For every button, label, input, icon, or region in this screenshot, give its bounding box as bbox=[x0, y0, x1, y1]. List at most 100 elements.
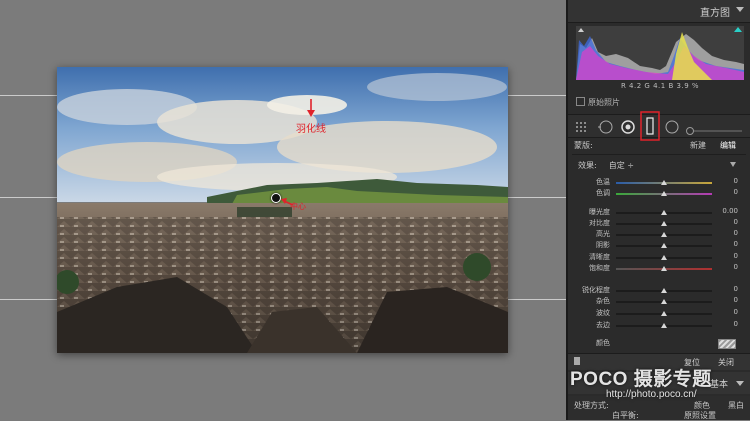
develop-panel: 直方图 R 4.2 G 4.1 B 3.9 % 原始照片 蒙版: 新建 编辑 效… bbox=[566, 0, 750, 420]
reset-button[interactable]: 复位 bbox=[684, 357, 700, 368]
slider-thumb[interactable] bbox=[661, 243, 667, 248]
slider-value: 0 bbox=[733, 188, 738, 196]
slider-value: 0 bbox=[733, 218, 738, 226]
radial-filter-icon[interactable] bbox=[664, 119, 680, 138]
white-balance-select[interactable]: 原照设置 bbox=[684, 410, 716, 421]
r-value: 4.2 bbox=[629, 82, 642, 90]
slider-row[interactable]: 对比度 0 bbox=[568, 218, 750, 229]
local-tools-toolbar bbox=[568, 111, 750, 141]
slider-track[interactable] bbox=[616, 210, 712, 215]
slider-track[interactable] bbox=[616, 323, 712, 328]
slider-value: 0 bbox=[733, 177, 738, 185]
close-button[interactable]: 关闭 bbox=[718, 357, 734, 368]
slider-row[interactable]: 去边 0 bbox=[568, 320, 750, 331]
slider-track[interactable] bbox=[616, 255, 712, 260]
slider-value: 0 bbox=[733, 252, 738, 260]
effect-label: 效果: bbox=[578, 161, 597, 170]
original-photo-label: 原始照片 bbox=[588, 98, 620, 107]
slider-row[interactable]: 锐化程度 0 bbox=[568, 285, 750, 296]
mask-edit-button[interactable]: 编辑 bbox=[720, 140, 736, 151]
slider-value: 0 bbox=[733, 308, 738, 316]
slider-row[interactable]: 杂色 0 bbox=[568, 296, 750, 307]
slider-thumb[interactable] bbox=[661, 255, 667, 260]
slider-value: 0 bbox=[733, 320, 738, 328]
effect-collapse-icon[interactable] bbox=[730, 162, 736, 167]
switch-icon[interactable] bbox=[574, 357, 580, 365]
slider-track[interactable] bbox=[616, 191, 712, 196]
white-balance-label: 白平衡: bbox=[612, 411, 639, 420]
unit-label: % bbox=[691, 82, 700, 90]
crop-overlay-icon[interactable] bbox=[574, 119, 588, 138]
slider-thumb[interactable] bbox=[661, 180, 667, 185]
image-canvas[interactable]: 羽化线 中心 bbox=[0, 0, 566, 420]
slider-track[interactable] bbox=[616, 288, 712, 293]
r-label: R bbox=[620, 82, 627, 90]
slider-value: 0 bbox=[733, 296, 738, 304]
slider-label: 饱和度 bbox=[589, 264, 610, 272]
slider-row[interactable]: 色温 0 bbox=[568, 177, 750, 188]
gradient-center-pin[interactable] bbox=[271, 193, 281, 203]
b-value: 3.9 bbox=[676, 82, 690, 90]
slider-track[interactable] bbox=[616, 266, 712, 271]
mask-label: 蒙版: bbox=[574, 141, 593, 150]
slider-thumb[interactable] bbox=[661, 323, 667, 328]
g-label: G bbox=[644, 82, 651, 90]
slider-thumb[interactable] bbox=[661, 288, 667, 293]
slider-track[interactable] bbox=[616, 180, 712, 185]
original-photo-toggle[interactable]: 原始照片 bbox=[576, 97, 620, 108]
slider-row[interactable]: 曝光度 0.00 bbox=[568, 207, 750, 218]
slider-value: 0 bbox=[733, 263, 738, 271]
slider-row[interactable]: 阴影 0 bbox=[568, 240, 750, 251]
treatment-label: 处理方式: bbox=[574, 401, 609, 410]
slider-track[interactable] bbox=[616, 243, 712, 248]
feather-line-annotation: 羽化线 bbox=[296, 124, 326, 135]
slider-row[interactable]: 波纹 0 bbox=[568, 308, 750, 319]
slider-label: 高光 bbox=[596, 230, 610, 238]
slider-row[interactable]: 色调 0 bbox=[568, 188, 750, 199]
collapse-icon[interactable] bbox=[736, 7, 744, 12]
color-label: 颜色 bbox=[596, 339, 610, 347]
effect-row[interactable]: 效果: 自定 ÷ bbox=[578, 160, 634, 171]
slider-thumb[interactable] bbox=[661, 191, 667, 196]
slider-label: 色温 bbox=[596, 178, 610, 186]
slider-thumb[interactable] bbox=[661, 210, 667, 215]
spot-removal-icon[interactable] bbox=[598, 119, 614, 138]
basic-collapse-icon[interactable] bbox=[736, 381, 744, 386]
histogram-header[interactable]: 直方图 bbox=[568, 0, 750, 23]
slider-label: 波纹 bbox=[596, 309, 610, 317]
slider-thumb[interactable] bbox=[661, 232, 667, 237]
slider-thumb[interactable] bbox=[661, 266, 667, 271]
slider-label: 去边 bbox=[596, 321, 610, 329]
slider-label: 锐化程度 bbox=[582, 286, 610, 294]
slider-thumb[interactable] bbox=[661, 221, 667, 226]
slider-row[interactable]: 高光 0 bbox=[568, 229, 750, 240]
treatment-bw-button[interactable]: 黑白 bbox=[728, 400, 744, 411]
checkbox-icon[interactable] bbox=[576, 97, 585, 106]
effect-preset-select[interactable]: 自定 ÷ bbox=[609, 161, 634, 170]
slider-track[interactable] bbox=[616, 311, 712, 316]
rgb-readout: R 4.2 G 4.1 B 3.9 % bbox=[576, 82, 744, 90]
g-value: 4.1 bbox=[653, 82, 666, 90]
red-eye-icon[interactable] bbox=[620, 119, 636, 138]
treatment-row: 处理方式: 颜色 黑白 白平衡: 原照设置 bbox=[568, 396, 750, 420]
slider-track[interactable] bbox=[616, 299, 712, 304]
slider-label: 色调 bbox=[596, 189, 610, 197]
slider-row[interactable]: 饱和度 0 bbox=[568, 263, 750, 274]
slider-track[interactable] bbox=[616, 221, 712, 226]
feather-arrow-icon bbox=[306, 99, 316, 120]
slider-label: 对比度 bbox=[589, 219, 610, 227]
panel-footer: 复位 关闭 bbox=[568, 353, 750, 370]
slider-thumb[interactable] bbox=[661, 311, 667, 316]
basic-panel-header[interactable]: 基本 bbox=[568, 372, 750, 394]
slider-label: 清晰度 bbox=[589, 253, 610, 261]
color-swatch[interactable] bbox=[718, 339, 736, 349]
b-label: B bbox=[668, 82, 674, 90]
slider-row[interactable]: 清晰度 0 bbox=[568, 252, 750, 263]
divider bbox=[572, 154, 746, 155]
mask-new-button[interactable]: 新建 bbox=[690, 140, 706, 151]
slider-track[interactable] bbox=[616, 232, 712, 237]
histogram bbox=[576, 26, 744, 80]
brush-size-slider[interactable] bbox=[686, 121, 744, 140]
slider-label: 杂色 bbox=[596, 297, 610, 305]
slider-thumb[interactable] bbox=[661, 299, 667, 304]
